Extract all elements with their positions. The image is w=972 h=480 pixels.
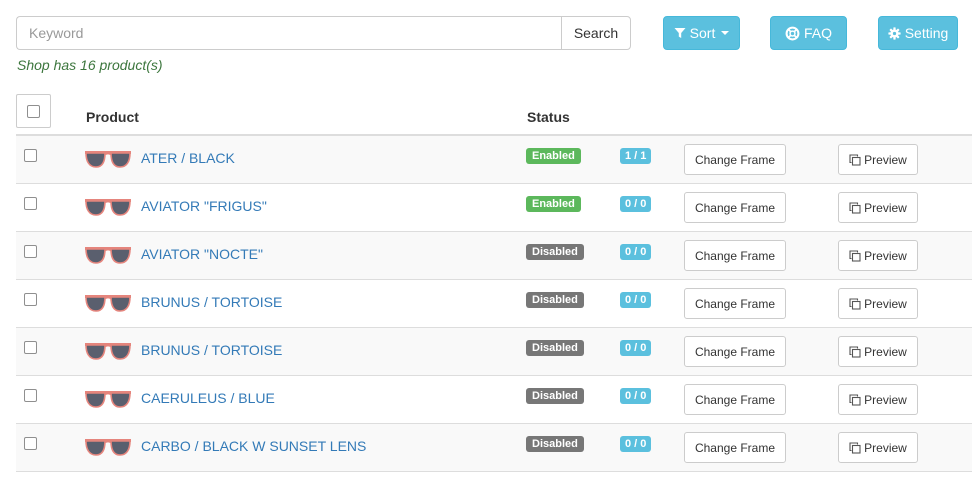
change-frame-label: Change Frame	[694, 344, 776, 359]
row-checkbox[interactable]	[24, 389, 37, 402]
change-frame-button[interactable]: Change Frame	[684, 144, 786, 175]
status-badge: Disabled	[526, 340, 584, 356]
product-column-header: Product	[86, 109, 139, 125]
product-link[interactable]: CARBO / BLACK W SUNSET LENS	[141, 438, 366, 454]
table-row: CARBO / BLACK W SUNSET LENS Disabled 0 / 0…	[16, 424, 972, 472]
setting-label: Setting	[904, 25, 949, 41]
change-frame-button[interactable]: Change Frame	[684, 384, 786, 415]
preview-button[interactable]: Preview	[838, 336, 918, 367]
faq-button[interactable]: FAQ	[770, 16, 847, 50]
row-checkbox[interactable]	[24, 245, 37, 258]
copy-icon	[849, 153, 861, 166]
table-body: ATER / BLACK Enabled 1 / 1 Change Frame Prev…	[16, 136, 972, 472]
preview-button[interactable]: Preview	[838, 144, 918, 175]
sunglasses-icon	[84, 196, 132, 220]
preview-label: Preview	[864, 296, 907, 311]
copy-icon	[849, 393, 861, 406]
table-row: BRUNUS / TORTOISE Disabled 0 / 0 Change Fra…	[16, 280, 972, 328]
sunglasses-icon	[84, 292, 132, 316]
product-link[interactable]: BRUNUS / TORTOISE	[141, 294, 282, 310]
copy-icon	[849, 297, 861, 310]
change-frame-label: Change Frame	[694, 200, 776, 215]
frame-count-badge: 0 / 0	[620, 244, 652, 260]
status-badge: Disabled	[526, 388, 584, 404]
change-frame-label: Change Frame	[694, 440, 776, 455]
change-frame-label: Change Frame	[694, 248, 776, 263]
product-count-text: Shop has 16 product(s)	[17, 57, 163, 73]
status-badge: Enabled	[526, 148, 581, 164]
row-checkbox[interactable]	[24, 197, 37, 210]
change-frame-label: Change Frame	[694, 152, 776, 167]
table-row: AVIATOR "NOCTE" Disabled 0 / 0 Change Frame…	[16, 232, 972, 280]
preview-button[interactable]: Preview	[838, 192, 918, 223]
frame-count-badge: 0 / 0	[620, 436, 652, 452]
table-row: BRUNUS / TORTOISE Disabled 0 / 0 Change Fra…	[16, 328, 972, 376]
status-badge: Disabled	[526, 244, 584, 260]
products-table: Product Status ATER / BLACK Enabled 1 / 1 C…	[16, 92, 972, 472]
product-link[interactable]: ATER / BLACK	[141, 150, 235, 166]
product-link[interactable]: CAERULEUS / BLUE	[141, 390, 275, 406]
faq-label: FAQ	[803, 25, 832, 41]
frame-count-badge: 0 / 0	[620, 292, 652, 308]
select-all-box	[16, 94, 51, 128]
status-badge: Enabled	[526, 196, 581, 212]
search-input[interactable]	[16, 16, 561, 50]
sort-dropdown-button[interactable]: Sort	[663, 16, 740, 50]
product-link[interactable]: AVIATOR "FRIGUS"	[141, 198, 267, 214]
caret-down-icon	[721, 31, 730, 35]
change-frame-button[interactable]: Change Frame	[684, 240, 786, 271]
setting-button[interactable]: Setting	[878, 16, 958, 50]
gear-icon	[888, 26, 901, 40]
preview-button[interactable]: Preview	[838, 288, 918, 319]
status-badge: Disabled	[526, 292, 584, 308]
table-row: ATER / BLACK Enabled 1 / 1 Change Frame Prev…	[16, 136, 972, 184]
preview-label: Preview	[864, 248, 907, 263]
frame-count-badge: 0 / 0	[620, 196, 652, 212]
sunglasses-icon	[84, 244, 132, 268]
change-frame-button[interactable]: Change Frame	[684, 288, 786, 319]
change-frame-button[interactable]: Change Frame	[684, 192, 786, 223]
change-frame-button[interactable]: Change Frame	[684, 432, 786, 463]
status-badge: Disabled	[526, 436, 584, 452]
sunglasses-icon	[84, 340, 132, 364]
filter-icon	[674, 27, 686, 39]
row-checkbox[interactable]	[24, 149, 37, 162]
product-link[interactable]: AVIATOR "NOCTE"	[141, 246, 263, 262]
product-link[interactable]: BRUNUS / TORTOISE	[141, 342, 282, 358]
product-manager-page: Search Sort FAQ	[0, 0, 972, 480]
preview-label: Preview	[864, 440, 907, 455]
preview-label: Preview	[864, 152, 907, 167]
frame-count-badge: 0 / 0	[620, 388, 652, 404]
preview-button[interactable]: Preview	[838, 240, 918, 271]
preview-button[interactable]: Preview	[838, 384, 918, 415]
status-column-header: Status	[527, 109, 570, 125]
search-button[interactable]: Search	[561, 16, 631, 50]
sunglasses-icon	[84, 436, 132, 460]
frame-count-badge: 0 / 0	[620, 340, 652, 356]
preview-label: Preview	[864, 344, 907, 359]
preview-button[interactable]: Preview	[838, 432, 918, 463]
row-checkbox[interactable]	[24, 437, 37, 450]
change-frame-label: Change Frame	[694, 392, 776, 407]
table-row: AVIATOR "FRIGUS" Enabled 0 / 0 Change Frame…	[16, 184, 972, 232]
preview-label: Preview	[864, 392, 907, 407]
row-checkbox[interactable]	[24, 293, 37, 306]
copy-icon	[849, 345, 861, 358]
copy-icon	[849, 201, 861, 214]
sunglasses-icon	[84, 148, 132, 172]
change-frame-button[interactable]: Change Frame	[684, 336, 786, 367]
frame-count-badge: 1 / 1	[620, 148, 652, 164]
preview-label: Preview	[864, 200, 907, 215]
change-frame-label: Change Frame	[694, 296, 776, 311]
row-checkbox[interactable]	[24, 341, 37, 354]
table-row: CAERULEUS / BLUE Disabled 0 / 0 Change Fram…	[16, 376, 972, 424]
search-group: Search	[16, 16, 631, 50]
life-ring-icon	[785, 26, 800, 41]
select-all-checkbox[interactable]	[27, 104, 40, 118]
sort-label: Sort	[689, 25, 716, 41]
copy-icon	[849, 441, 861, 454]
copy-icon	[849, 249, 861, 262]
table-header: Product Status	[16, 92, 972, 136]
sunglasses-icon	[84, 388, 132, 412]
